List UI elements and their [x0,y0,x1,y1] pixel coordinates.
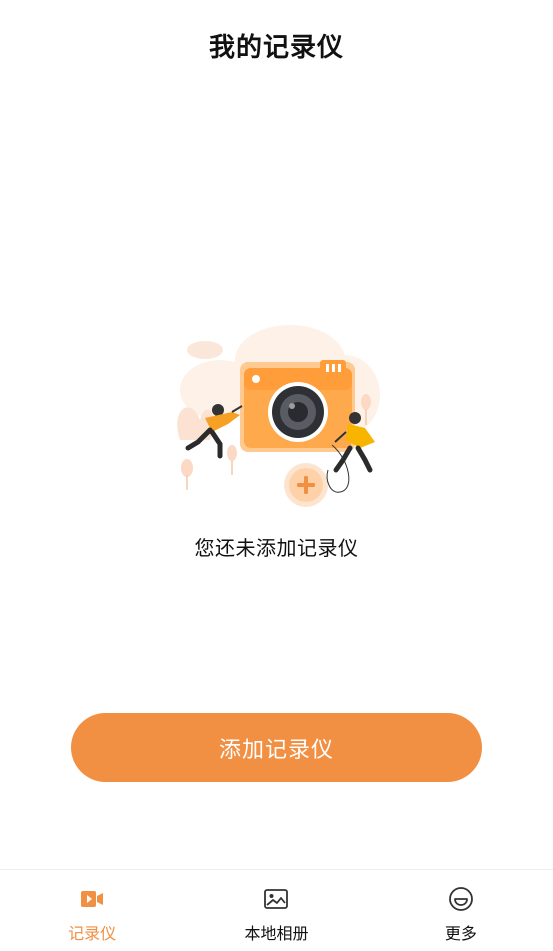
tab-label: 本地相册 [244,924,309,943]
header: 我的记录仪 [0,0,553,92]
bottom-tab-bar: 记录仪 本地相册 更多 [0,869,553,951]
photo-album-icon [264,889,289,909]
add-recorder-button[interactable]: 添加记录仪 [71,713,482,782]
empty-state-illustration [160,320,390,515]
tab-label: 记录仪 [68,924,117,943]
tab-label: 更多 [444,924,477,943]
tab-more[interactable]: 更多 [369,870,553,951]
page-title: 我的记录仪 [208,32,344,63]
empty-state-message: 您还未添加记录仪 [194,536,359,560]
app-screen: 我的记录仪 您还未添加记录仪 添加记录仪 记录仪 本地相册 更多 [0,0,553,951]
smile-face-icon [448,887,473,911]
video-camera-icon [81,891,104,907]
tab-local-album[interactable]: 本地相册 [184,870,368,951]
tab-recorder[interactable]: 记录仪 [0,870,184,951]
